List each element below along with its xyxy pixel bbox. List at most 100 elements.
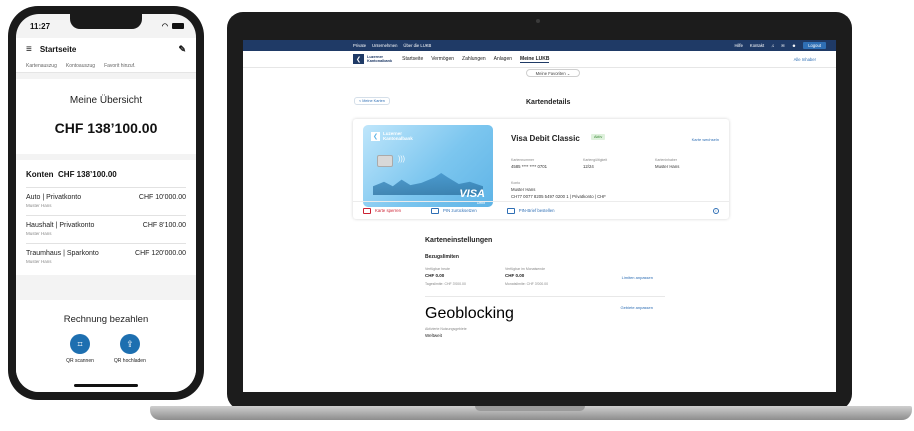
account-owner: Muster Hans xyxy=(26,203,52,208)
card-image: ❮ Luzerner Kantonalbank ))) VISA Debit xyxy=(363,125,493,207)
filter-owner-link[interactable]: Alle Inhaber xyxy=(794,57,816,62)
overview-total: CHF 138’100.00 xyxy=(54,120,158,136)
back-to-cards-link[interactable]: < Meine Karten xyxy=(354,97,390,105)
geoblocking-label: Aktivierte Nutzungsgebiete xyxy=(425,327,467,331)
battery-icon xyxy=(172,23,184,29)
nav-zahlungen[interactable]: Zahlungen xyxy=(462,56,486,63)
brand-line2: Kantonalbank xyxy=(367,59,393,63)
limit-available-label: Verfügbar heute xyxy=(425,267,450,271)
limits-title: Bezugslimiten xyxy=(425,254,459,260)
menu-icon[interactable]: ≡ xyxy=(26,44,32,55)
card-number-value: 4585 **** **** 0701 xyxy=(511,164,548,169)
device-scene: 11:27 ◠ ≡ Startseite ✎ Kartenauszug Kont… xyxy=(0,0,914,431)
block-card-label: Karte sperren xyxy=(375,208,402,213)
reset-pin-button[interactable]: PIN zurücksetzen xyxy=(431,207,477,214)
limit-available-value: CHF 0.00 xyxy=(425,273,445,278)
bell-icon[interactable]: ♫ xyxy=(771,43,774,48)
limits-block: Verfügbar heute CHF 0.00 Tageslimite: CH… xyxy=(425,267,665,297)
konto-owner: Muster Hans xyxy=(511,187,536,192)
adjust-regions-link[interactable]: Gebiete anpassen xyxy=(621,305,653,310)
adjust-limits-link[interactable]: Limiten anpassen xyxy=(622,275,653,280)
account-row[interactable]: Haushalt | Privatkonto Muster Hans CHF 8’… xyxy=(26,215,186,243)
monthly-limit: Monatslimite: CHF 3'000.00 xyxy=(505,282,549,286)
topbar-link-about[interactable]: Über die LUKB xyxy=(403,43,431,48)
account-owner: Muster Hans xyxy=(26,231,52,236)
status-time: 11:27 xyxy=(30,21,51,31)
limit-month-label: Verfügbar im Monatsende xyxy=(505,267,546,271)
account-amount: CHF 120’000.00 xyxy=(135,250,186,257)
qr-scan-icon: ⌗ xyxy=(70,334,90,354)
quick-link-kontoauszug[interactable]: Kontoauszug xyxy=(66,63,95,69)
card-details-panel: ❮ Luzerner Kantonalbank ))) VISA Debit V… xyxy=(353,119,729,219)
account-row[interactable]: Auto | Privatkonto Muster Hans CHF 10’000… xyxy=(26,187,186,215)
card-validity-value: 12/24 xyxy=(583,164,594,169)
card-validity-label: Kartengültigkeit xyxy=(583,158,608,162)
qr-upload-button[interactable]: ⇪ QR hochladen xyxy=(114,334,146,364)
bank-logo-icon: ❮ xyxy=(353,54,364,64)
topbar-link-unternehmen[interactable]: Unternehmen xyxy=(372,43,397,48)
camera-icon xyxy=(536,19,540,23)
card-account-info: Konto Muster Hans CH77 0077 8205 5497 02… xyxy=(511,181,606,199)
card-bank-line2: Kantonalbank xyxy=(383,136,413,141)
user-icon[interactable]: ☻ xyxy=(792,43,796,48)
edit-icon[interactable]: ✎ xyxy=(178,44,186,55)
accounts-title: Konten xyxy=(26,170,54,179)
qr-scan-button[interactable]: ⌗ QR scannen xyxy=(66,334,94,364)
overview-card: Meine Übersicht CHF 138’100.00 xyxy=(16,79,196,154)
info-icon[interactable]: i xyxy=(713,207,719,214)
account-row[interactable]: Traumhaus | Sparkonto Muster Hans CHF 120… xyxy=(26,243,186,271)
order-pin-letter-label: PIN-Brief bestellen xyxy=(518,208,555,213)
qr-upload-label: QR hochladen xyxy=(113,358,146,364)
card-bank-logo-icon: ❮ xyxy=(371,131,380,141)
card-holder-value: Muster Hans xyxy=(655,164,680,169)
konto-label: Konto xyxy=(511,181,521,185)
main-nav: ❮ Luzerner Kantonalbank Startseite Vermö… xyxy=(243,51,836,68)
qr-scan-label: QR scannen xyxy=(66,358,94,364)
favorites-dropdown[interactable]: Meine Favoriten ⌄ xyxy=(526,69,580,77)
phone-device: 11:27 ◠ ≡ Startseite ✎ Kartenauszug Kont… xyxy=(8,6,204,400)
nav-anlagen[interactable]: Anlagen xyxy=(494,56,512,63)
accounts-total: CHF 138’100.00 xyxy=(58,170,117,179)
card-icon xyxy=(506,207,515,214)
nav-meine-lukb[interactable]: Meine LUKB xyxy=(520,56,550,63)
accounts-header: Konten CHF 138’100.00 xyxy=(26,166,186,187)
nav-vermoegen[interactable]: Vermögen xyxy=(431,56,454,63)
limit-month-value: CHF 0.00 xyxy=(505,273,525,278)
mail-icon[interactable]: ✉ xyxy=(781,43,785,48)
chip-icon xyxy=(377,155,393,167)
top-bar: Private Unternehmen Über die LUKB Hilfe … xyxy=(243,40,836,51)
logout-button[interactable]: Logout xyxy=(803,42,826,49)
quick-link-favorit[interactable]: Favorit hinzuf. xyxy=(104,63,135,69)
card-name: Visa Debit Classic xyxy=(511,134,580,143)
app-header: ≡ Startseite ✎ xyxy=(16,38,196,60)
geoblocking-block: Geoblocking Aktivierte Nutzungsgebiete W… xyxy=(425,305,665,338)
bill-title: Rechnung bezahlen xyxy=(63,314,149,325)
quick-link-kartenauszug[interactable]: Kartenauszug xyxy=(26,63,57,69)
change-card-link[interactable]: Karte wechseln xyxy=(692,137,719,142)
upload-icon: ⇪ xyxy=(119,334,140,354)
brand-logo[interactable]: ❮ Luzerner Kantonalbank xyxy=(353,54,392,64)
laptop-lid: Private Unternehmen Über die LUKB Hilfe … xyxy=(227,12,852,410)
topbar-link-private[interactable]: Private xyxy=(353,43,366,48)
laptop-screen: Private Unternehmen Über die LUKB Hilfe … xyxy=(243,40,836,392)
block-card-button[interactable]: Karte sperren xyxy=(363,207,402,214)
nav-startseite[interactable]: Startseite xyxy=(402,56,423,63)
topbar-link-help[interactable]: Hilfe xyxy=(735,43,743,48)
card-icon xyxy=(431,207,440,214)
contactless-icon: ))) xyxy=(398,156,405,163)
topbar-link-contact[interactable]: Kontakt xyxy=(750,43,764,48)
laptop-base-notch xyxy=(475,406,585,411)
wifi-icon: ◠ xyxy=(161,23,168,30)
geoblocking-value: Weltweit xyxy=(425,333,442,338)
order-pin-letter-button[interactable]: PIN-Brief bestellen xyxy=(506,207,555,214)
accounts-card: Konten CHF 138’100.00 Auto | Privatkonto… xyxy=(16,160,196,275)
account-name: Haushalt | Privatkonto xyxy=(26,222,95,229)
section-title: Kartendetails xyxy=(526,99,571,106)
overview-title: Meine Übersicht xyxy=(69,95,143,106)
card-holder-label: Karteninhaber xyxy=(655,158,677,162)
page-title: Startseite xyxy=(39,44,77,54)
account-amount: CHF 8’100.00 xyxy=(142,222,186,229)
settings-title: Karteneinstellungen xyxy=(425,237,493,244)
account-name: Auto | Privatkonto xyxy=(26,194,82,201)
quick-links: Kartenauszug Kontoauszug Favorit hinzuf. xyxy=(16,60,196,73)
